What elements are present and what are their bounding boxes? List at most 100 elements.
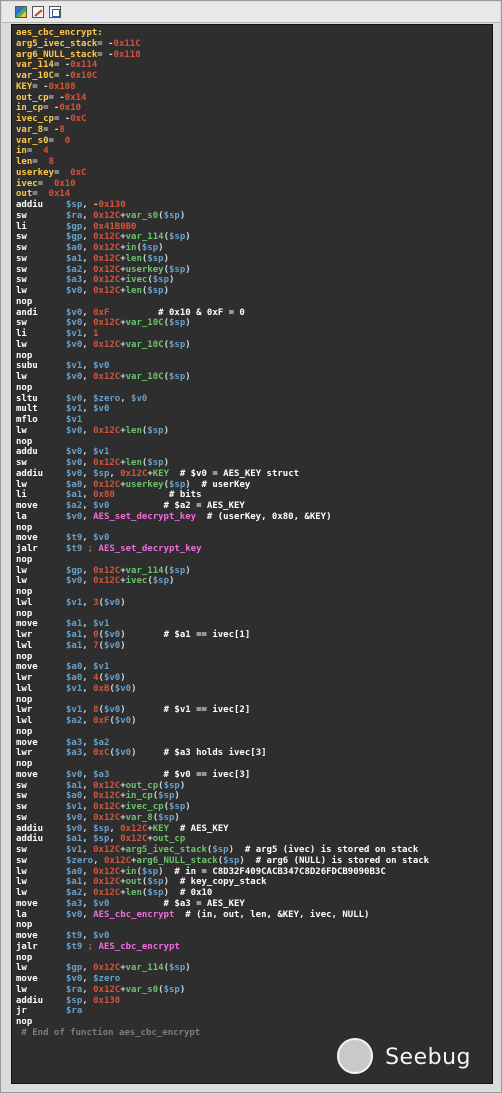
code-line[interactable]: subu $v1, $v0 [16, 361, 492, 372]
code-line[interactable]: jalr $t9 ; AES_set_decrypt_key [16, 544, 492, 555]
code-line[interactable]: in_cp= -0x10 [16, 103, 492, 114]
code-line[interactable]: nop [16, 297, 492, 308]
code-line[interactable]: nop [16, 587, 492, 598]
code-token: 0x108 [48, 81, 76, 92]
code-line[interactable]: move $t9, $v0 [16, 533, 492, 544]
code-line[interactable]: nop [16, 383, 492, 394]
code-line[interactable]: nop [16, 523, 492, 534]
code-line[interactable]: sltu $v0, $zero, $v0 [16, 394, 492, 405]
code-line[interactable]: sw $a3, 0x12C+ivec($sp) [16, 275, 492, 286]
code-line[interactable]: mflo $v1 [16, 415, 492, 426]
code-line[interactable]: sw $ra, 0x12C+var_s0($sp) [16, 211, 492, 222]
code-line[interactable]: sw $gp, 0x12C+var_114($sp) [16, 232, 492, 243]
code-line[interactable]: KEY= -0x108 [16, 82, 492, 93]
code-line[interactable]: sw $zero, 0x12C+arg6_NULL_stack($sp) # ar… [16, 856, 492, 867]
code-line[interactable]: nop [16, 1017, 492, 1028]
code-line[interactable]: lw $v0, 0x12C+len($sp) [16, 286, 492, 297]
code-line[interactable]: lw $a0, 0x12C+in($sp) # in = C8D32F409CAC… [16, 867, 492, 878]
code-line[interactable]: addiu $sp, -0x130 [16, 200, 492, 211]
code-line[interactable]: andi $v0, 0xF # 0x10 & 0xF = 0 [16, 308, 492, 319]
code-line[interactable]: lwl $v1, 3($v0) [16, 598, 492, 609]
code-line[interactable]: sw $a1, 0x12C+out_cp($sp) [16, 781, 492, 792]
code-line[interactable]: ivec_cp= -0xC [16, 114, 492, 125]
code-line[interactable]: var_114= -0x114 [16, 60, 492, 71]
code-line[interactable]: nop [16, 555, 492, 566]
code-line[interactable]: lw $v0, 0x12C+len($sp) [16, 426, 492, 437]
code-line[interactable]: move $a3, $a2 [16, 738, 492, 749]
code-line[interactable]: ivec= 0x10 [16, 179, 492, 190]
graph-view-icon[interactable] [15, 6, 27, 18]
code-line[interactable]: lw $v0, 0x12C+var_10C($sp) [16, 372, 492, 383]
code-line[interactable]: mult $v1, $v0 [16, 404, 492, 415]
code-line[interactable]: nop [16, 759, 492, 770]
code-line[interactable]: addu $v0, $v1 [16, 447, 492, 458]
code-line[interactable]: sw $a1, 0x12C+len($sp) [16, 254, 492, 265]
code-line[interactable]: li $gp, 0x41B0B0 [16, 222, 492, 233]
code-line[interactable]: lw $a0, 0x12C+userkey($sp) # userKey [16, 480, 492, 491]
code-line[interactable]: arg6_NULL_stack= -0x118 [16, 50, 492, 61]
code-token: nop [16, 522, 33, 533]
code-line[interactable]: lwr $a3, 0xC($v0) # $a3 holds ivec[3] [16, 748, 492, 759]
code-line[interactable]: move $v0, $a3 # $v0 == ivec[3] [16, 770, 492, 781]
code-line[interactable]: userkey= 0xC [16, 168, 492, 179]
disassembly-listing[interactable]: aes_cbc_encrypt: arg5_ivec_stack= -0x11C a… [11, 24, 493, 1084]
code-line[interactable]: sw $v0, 0x12C+var_10C($sp) [16, 318, 492, 329]
code-line[interactable]: lw $gp, 0x12C+var_114($sp) [16, 963, 492, 974]
code-line[interactable]: out_cp= -0x14 [16, 93, 492, 104]
code-line[interactable]: nop [16, 609, 492, 620]
code-line[interactable]: sw $v1, 0x12C+ivec_cp($sp) [16, 802, 492, 813]
code-line[interactable]: sw $a0, 0x12C+in($sp) [16, 243, 492, 254]
code-line[interactable]: lw $gp, 0x12C+var_114($sp) [16, 566, 492, 577]
code-line[interactable]: sw $v1, 0x12C+arg5_ivec_stack($sp) # arg5… [16, 845, 492, 856]
code-line[interactable]: sw $a2, 0x12C+userkey($sp) [16, 265, 492, 276]
code-line[interactable]: addiu $a1, $sp, 0x12C+out_cp [16, 834, 492, 845]
code-line[interactable]: var_s0= 0 [16, 136, 492, 147]
code-line[interactable]: move $a3, $v0 # $a3 = AES_KEY [16, 899, 492, 910]
code-line[interactable]: nop [16, 727, 492, 738]
code-line[interactable]: aes_cbc_encrypt: [16, 28, 492, 39]
code-line[interactable]: lw $v0, 0x12C+ivec($sp) [16, 576, 492, 587]
code-line[interactable]: sw $a0, 0x12C+in_cp($sp) [16, 791, 492, 802]
code-line[interactable]: nop [16, 953, 492, 964]
code-line[interactable]: addiu $sp, 0x130 [16, 996, 492, 1007]
code-line[interactable]: jalr $t9 ; AES_cbc_encrypt [16, 942, 492, 953]
code-line[interactable]: lwr $v1, 8($v0) # $v1 == ivec[2] [16, 705, 492, 716]
code-line[interactable]: lw $a1, 0x12C+out($sp) # key_copy_stack [16, 877, 492, 888]
code-line[interactable]: li $v1, 1 [16, 329, 492, 340]
code-line[interactable]: move $a1, $v1 [16, 619, 492, 630]
code-line[interactable]: out= 0x14 [16, 189, 492, 200]
code-line[interactable]: lw $ra, 0x12C+var_s0($sp) [16, 985, 492, 996]
code-line[interactable]: in= 4 [16, 146, 492, 157]
code-line[interactable]: nop [16, 351, 492, 362]
code-line[interactable]: lwr $a1, 0($v0) # $a1 == ivec[1] [16, 630, 492, 641]
code-line[interactable]: lwl $a2, 0xF($v0) [16, 716, 492, 727]
code-line[interactable]: addiu $v0, $sp, 0x12C+KEY # $v0 = AES_KEY… [16, 469, 492, 480]
code-line[interactable]: lw $v0, 0x12C+var_10C($sp) [16, 340, 492, 351]
code-line[interactable]: addiu $v0, $sp, 0x12C+KEY # AES_KEY [16, 824, 492, 835]
code-line[interactable]: nop [16, 695, 492, 706]
code-line[interactable]: move $v0, $zero [16, 974, 492, 985]
code-line[interactable]: lwl $v1, 0xB($v0) [16, 684, 492, 695]
code-line[interactable]: nop [16, 437, 492, 448]
code-line[interactable]: move $a2, $v0 # $a2 = AES_KEY [16, 501, 492, 512]
code-line[interactable]: nop [16, 652, 492, 663]
code-line[interactable]: lw $a2, 0x12C+len($sp) # 0x10 [16, 888, 492, 899]
code-line[interactable]: jr $ra [16, 1006, 492, 1017]
edit-icon[interactable] [32, 6, 44, 18]
code-line[interactable]: la $v0, AES_cbc_encrypt # (in, out, len, … [16, 910, 492, 921]
code-line[interactable]: nop [16, 920, 492, 931]
code-line[interactable]: sw $v0, 0x12C+len($sp) [16, 458, 492, 469]
code-line[interactable]: lwr $a0, 4($v0) [16, 673, 492, 684]
code-line[interactable]: move $t9, $v0 [16, 931, 492, 942]
code-line[interactable]: lwl $a1, 7($v0) [16, 641, 492, 652]
code-line[interactable]: var_10C= -0x10C [16, 71, 492, 82]
code-line[interactable]: sw $v0, 0x12C+var_8($sp) [16, 813, 492, 824]
code-line[interactable]: var_8= -8 [16, 125, 492, 136]
code-line[interactable]: len= 8 [16, 157, 492, 168]
code-line[interactable]: arg5_ivec_stack= -0x11C [16, 39, 492, 50]
code-line[interactable]: move $a0, $v1 [16, 662, 492, 673]
code-line[interactable]: la $v0, AES_set_decrypt_key # (userKey, 0… [16, 512, 492, 523]
text-view-icon[interactable] [49, 6, 61, 18]
code-line[interactable]: li $a1, 0x80 # bits [16, 490, 492, 501]
code-line[interactable]: # End of function aes_cbc_encrypt [16, 1028, 492, 1039]
